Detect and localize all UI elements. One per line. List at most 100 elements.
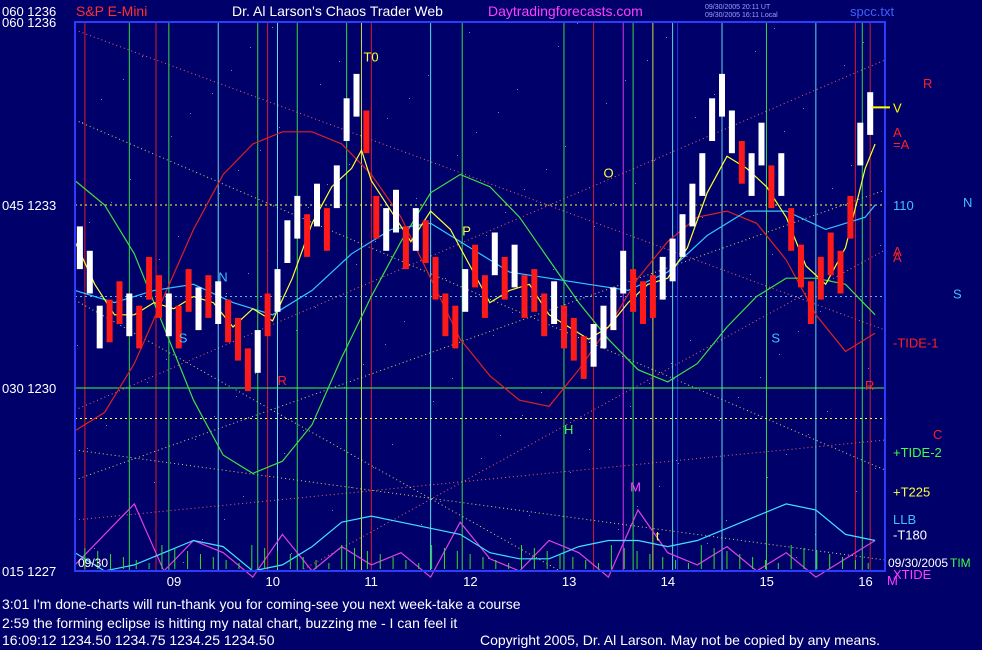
grid-dot xyxy=(202,539,203,540)
price-bar xyxy=(274,269,281,312)
grid-dot xyxy=(452,378,453,379)
price-bar xyxy=(343,98,350,141)
price-bar xyxy=(353,73,360,117)
grid-dot xyxy=(279,127,280,128)
grid-dot xyxy=(339,61,340,62)
price-bar xyxy=(185,269,192,312)
price-bar xyxy=(86,250,93,294)
grid-dot xyxy=(690,340,691,341)
grid-dot xyxy=(738,397,739,398)
price-bar xyxy=(432,256,439,300)
site-link[interactable]: Daytradingforecasts.com xyxy=(488,3,643,19)
grid-dot xyxy=(863,42,864,43)
series-line-price-ma xyxy=(74,143,876,340)
right-label: C xyxy=(933,427,942,442)
price-bar xyxy=(570,317,577,361)
grid-dot xyxy=(832,188,833,189)
grid-dot xyxy=(767,477,768,478)
grid-dot xyxy=(553,269,554,270)
right-label: A xyxy=(893,250,902,265)
x-tick-label: 10 xyxy=(266,574,280,589)
price-bar xyxy=(363,110,370,154)
grid-dot xyxy=(880,245,881,246)
y-axis-label: 015 1227 xyxy=(2,564,56,579)
price-bar xyxy=(590,324,597,367)
annotation-label: t xyxy=(656,529,660,544)
price-bar xyxy=(195,287,202,331)
price-bar xyxy=(462,269,469,312)
grid-dot xyxy=(613,203,614,204)
x-tick-label: 16 xyxy=(858,574,872,589)
grid-dot xyxy=(671,363,672,364)
annotation-label: S xyxy=(771,330,780,345)
price-bar xyxy=(304,214,311,257)
price-bar xyxy=(728,110,735,154)
grid-dot xyxy=(630,406,631,407)
trend-line xyxy=(74,439,886,521)
annotation-label: O xyxy=(603,166,613,181)
grid-dot xyxy=(363,364,364,365)
grid-dot xyxy=(589,449,590,450)
grid-dot xyxy=(476,132,477,133)
price-bar xyxy=(798,244,804,288)
right-label: LLB xyxy=(893,512,916,527)
price-bar xyxy=(561,305,567,349)
price-bar xyxy=(551,281,558,324)
grid-dot xyxy=(291,553,292,554)
price-bar xyxy=(373,195,380,239)
price-bar xyxy=(748,153,755,196)
right-label: M xyxy=(887,573,898,588)
chart-title: Dr. Al Larson's Chaos Trader Web xyxy=(232,3,443,19)
grid-dot xyxy=(512,312,513,313)
price-bar xyxy=(768,165,775,209)
price-bar xyxy=(501,256,508,300)
price-bar xyxy=(472,244,479,288)
grid-dot xyxy=(212,93,213,94)
annotation-label: T0 xyxy=(363,50,378,65)
time-stamp-local: 09/30/2005 16:11 Local xyxy=(705,12,778,19)
grid-dot xyxy=(421,524,422,525)
quote-line: 16:09:12 1234.50 1234.75 1234.25 1234.50 xyxy=(2,632,275,648)
price-bar xyxy=(541,293,548,337)
price-bar xyxy=(314,183,320,227)
grid-dot xyxy=(320,84,321,85)
grid-dot xyxy=(385,344,386,345)
grid-dot xyxy=(702,217,703,218)
price-bar xyxy=(738,141,745,184)
trend-line xyxy=(299,249,886,572)
price-bar xyxy=(788,208,795,251)
chart-svg: 060 1236 045 1233 030 1230 015 1227 09 10 11 12… xyxy=(2,3,972,589)
grid-dot xyxy=(231,70,232,71)
price-bar xyxy=(679,214,686,257)
price-bar xyxy=(126,293,133,337)
grid-dot xyxy=(445,278,446,279)
y-axis-label: 030 1230 xyxy=(2,381,56,396)
grid-dot xyxy=(714,94,715,95)
grid-dot xyxy=(695,117,696,118)
price-bar xyxy=(393,189,399,233)
right-label: S xyxy=(953,286,962,301)
grid-dot xyxy=(760,377,761,378)
grid-dot xyxy=(349,164,350,165)
grid-dot xyxy=(111,202,112,203)
right-label: R xyxy=(865,378,874,393)
x-tick-label: 12 xyxy=(463,574,477,589)
price-bar xyxy=(817,256,824,300)
price-bar xyxy=(215,281,222,324)
grid-dot xyxy=(190,113,191,114)
grid-dot xyxy=(827,411,828,412)
grid-dot xyxy=(123,79,124,80)
price-bar xyxy=(649,275,656,318)
grid-dot xyxy=(332,510,333,511)
grid-dot xyxy=(618,529,619,530)
grid-dot xyxy=(387,118,388,119)
right-label: -TIDE-1 xyxy=(893,335,939,350)
grid-dot xyxy=(498,112,499,113)
price-bar xyxy=(580,336,587,379)
price-bar xyxy=(778,153,785,196)
grid-dot xyxy=(558,46,559,47)
price-bar xyxy=(452,305,459,349)
grid-dot xyxy=(303,430,304,431)
copyright-line: Copyright 2005, Dr. Al Larson. May not b… xyxy=(480,632,881,648)
grid-dot xyxy=(868,368,869,369)
